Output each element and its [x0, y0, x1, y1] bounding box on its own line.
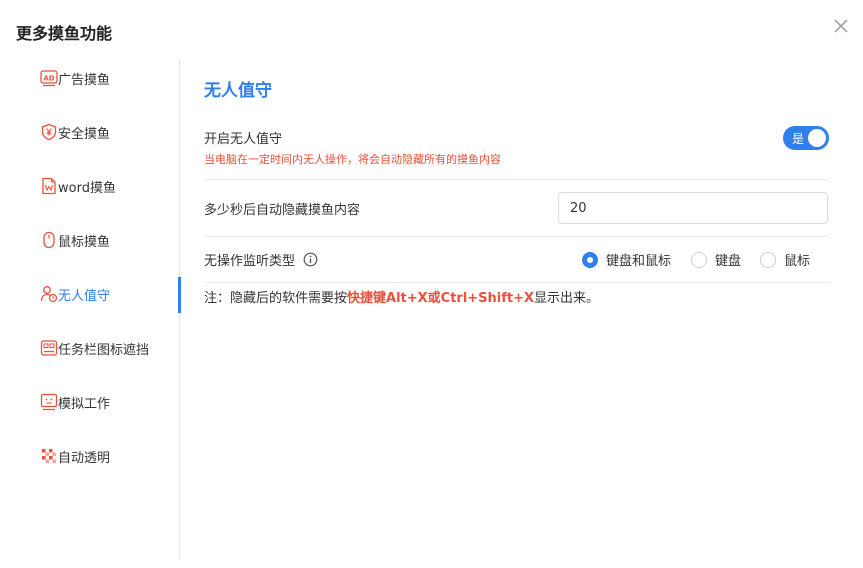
sidebar-item-security[interactable]: 安全摸鱼 [40, 120, 110, 144]
shield-yen-icon [40, 123, 58, 141]
monitor-face-icon [40, 393, 58, 411]
sidebar-item-label: 自动透明 [58, 450, 111, 466]
sidebar-item-ad[interactable]: AD 广告摸鱼 [40, 66, 110, 90]
sidebar-item-auto-transparent[interactable]: 自动透明 [40, 444, 110, 468]
shortcut-note: 注：隐藏后的软件需要按快捷键Alt+X或Ctrl+Shift+X显示出来。 [204, 287, 599, 306]
radio-dot [691, 251, 707, 268]
dialog-title: 更多摸鱼功能 [16, 24, 113, 43]
transparent-icon [40, 447, 58, 465]
monitor-type-label: 无操作监听类型 [204, 254, 296, 269]
radio-dot [582, 251, 598, 268]
user-clock-icon [40, 285, 58, 303]
divider [204, 236, 829, 237]
radio-label: 键盘和鼠标 [606, 254, 672, 269]
radio-dot [760, 251, 776, 268]
radio-label: 键盘 [715, 254, 742, 269]
sidebar-item-unattended[interactable]: 无人值守 [40, 282, 110, 306]
timeout-input[interactable] [558, 192, 828, 224]
info-icon[interactable] [303, 252, 318, 267]
sidebar-item-label: 模拟工作 [58, 396, 111, 412]
sidebar-item-label: word摸鱼 [58, 180, 116, 196]
sidebar: AD 广告摸鱼 安全摸鱼 word摸鱼 鼠标摸鱼 无人值守 任务栏图标遮挡 模拟… [0, 58, 181, 560]
toggle-knob [808, 129, 826, 147]
sidebar-item-label: 鼠标摸鱼 [58, 234, 111, 250]
radio-keyboard-mouse[interactable]: 键盘和鼠标 [582, 250, 671, 269]
monitor-type-row: 无操作监听类型 [204, 250, 318, 269]
active-indicator [178, 277, 181, 313]
sidebar-item-taskbar[interactable]: 任务栏图标遮挡 [40, 336, 149, 360]
sidebar-item-simulate-work[interactable]: 模拟工作 [40, 390, 110, 414]
close-icon [834, 19, 848, 33]
toggle-label: 是 [792, 132, 805, 146]
radio-mouse[interactable]: 鼠标 [760, 250, 810, 269]
sidebar-item-label: 广告摸鱼 [58, 72, 111, 88]
divider [204, 179, 829, 180]
divider [204, 282, 829, 283]
svg-text:AD: AD [43, 75, 54, 83]
sidebar-item-mouse[interactable]: 鼠标摸鱼 [40, 228, 110, 252]
radio-label: 鼠标 [784, 254, 811, 269]
close-button[interactable] [831, 16, 851, 36]
sidebar-item-word[interactable]: word摸鱼 [40, 174, 116, 198]
sidebar-item-label: 任务栏图标遮挡 [58, 342, 150, 358]
sidebar-item-label: 安全摸鱼 [58, 126, 111, 142]
word-doc-icon [40, 177, 58, 195]
enable-label: 开启无人值守 [204, 132, 283, 147]
enable-description: 当电脑在一定时间内无人操作，将会自动隐藏所有的摸鱼内容 [204, 153, 501, 166]
timeout-label: 多少秒后自动隐藏摸鱼内容 [204, 203, 361, 218]
enable-toggle[interactable]: 是 [783, 126, 829, 150]
taskbar-icon [40, 339, 58, 357]
section-title: 无人值守 [204, 81, 272, 101]
ad-icon: AD [40, 69, 58, 87]
note-suffix: 显示出来。 [534, 291, 600, 306]
note-shortcut: 快捷键Alt+X或Ctrl+Shift+X [347, 291, 535, 306]
sidebar-item-label: 无人值守 [58, 288, 111, 304]
mouse-icon [40, 231, 58, 249]
radio-keyboard[interactable]: 键盘 [691, 250, 741, 269]
note-prefix: 注：隐藏后的软件需要按 [204, 291, 348, 306]
